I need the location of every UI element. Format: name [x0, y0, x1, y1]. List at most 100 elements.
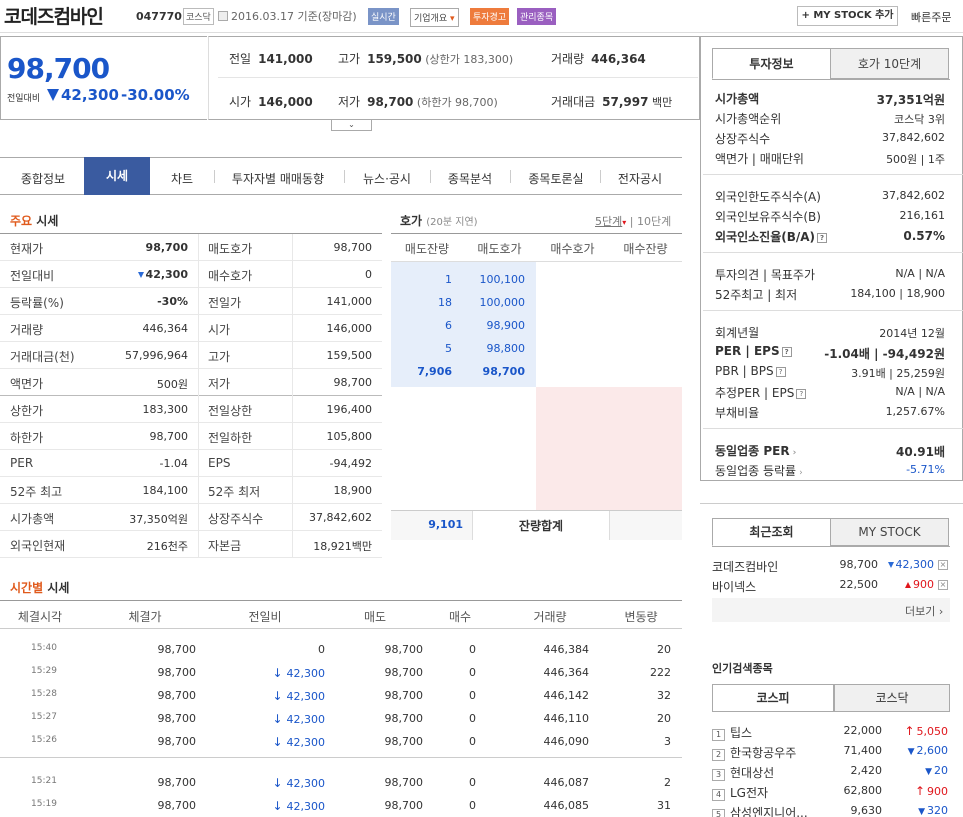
popular-item-name[interactable]: 1 팁스	[712, 724, 752, 741]
tab-board[interactable]: 종목토론실	[514, 170, 598, 187]
time-header-cell: 체결가	[128, 610, 162, 624]
tab-hoga10[interactable]: 호가 10단계	[830, 48, 949, 79]
recent-item[interactable]: 코데즈컴바인 98,700 42,300 ×	[712, 555, 950, 575]
hoga-level-links: 5단계▾ | 10단계	[595, 215, 672, 228]
info-icon[interactable]: ?	[781, 347, 792, 357]
main-quote-row: 시가총액 37,350억원 상장주식수 37,842,602	[0, 504, 382, 531]
recent-item-price: 98,700	[839, 558, 879, 571]
close-icon[interactable]: ×	[938, 560, 948, 570]
popular-item-name-text: 삼성엔지니어...	[730, 806, 808, 817]
chevron-right-icon: ›	[799, 468, 803, 478]
time-cell-price: 98,700	[157, 643, 197, 656]
main-quote-value: 98,700	[333, 376, 373, 389]
tab-investor[interactable]: 투자자별 매매동향	[218, 170, 338, 187]
popular-item[interactable]: 4 LG전자 62,800 ↑ 900	[712, 781, 950, 801]
hoga-10-link[interactable]: 10단계	[637, 215, 671, 228]
popular-item-name[interactable]: 4 LG전자	[712, 784, 768, 801]
tab-kosdaq[interactable]: 코스닥	[834, 684, 950, 712]
time-cell-change: ↓ 42,300	[230, 776, 325, 790]
company-info-dropdown[interactable]: 기업개요 ▾	[410, 8, 459, 27]
up-arrow-icon	[905, 582, 911, 588]
quote-open: 시가 146,000	[229, 95, 313, 109]
popular-item[interactable]: 2 한국항공우주 71,400 ▼ 2,600	[712, 741, 950, 761]
time-cell-volume: 446,087	[543, 776, 590, 789]
popular-item-price: 62,800	[843, 784, 883, 797]
hoga-sell-price[interactable]: 100,100	[463, 273, 526, 286]
column-divider	[198, 288, 199, 315]
tab-invest-info[interactable]: 투자정보	[712, 48, 831, 79]
invest-info-row: PBR | BPS? 3.91배 | 25,259원	[715, 362, 947, 382]
tab-news[interactable]: 뉴스·공시	[348, 170, 426, 187]
quick-order-link[interactable]: 빠른주문	[911, 9, 951, 25]
invest-info-label: 52주최고 | 최저	[715, 286, 797, 303]
main-quote-value: 18,921백만	[313, 540, 372, 553]
time-cell-sell: 98,700	[384, 776, 424, 789]
invest-info-label-text: 외국인보유주식수(B)	[715, 210, 821, 224]
main-quote-value: 184,100	[142, 484, 189, 497]
market-badge: 코스닥	[183, 8, 214, 25]
tab-overview[interactable]: 종합정보	[8, 170, 78, 187]
time-cell-buy: 0	[469, 799, 476, 812]
time-cell-buy: 0	[469, 666, 476, 679]
popular-item-name[interactable]: 5 삼성엔지니어...	[712, 804, 808, 817]
close-icon[interactable]: ×	[938, 580, 948, 590]
time-cell-diff: 20	[657, 643, 671, 656]
popular-item-name[interactable]: 3 현대상선	[712, 764, 774, 781]
popular-item[interactable]: 1 팁스 22,000 ↑ 5,050	[712, 721, 950, 741]
hoga-sell-price[interactable]: 100,000	[463, 296, 526, 309]
time-cell-change-text: 0	[318, 643, 325, 656]
main-quote-value-text: 42,300	[145, 268, 188, 281]
invest-info-label: 액면가 | 매매단위	[715, 150, 804, 167]
recent-item[interactable]: 바이넥스 22,500 900 ×	[712, 575, 950, 595]
time-cell-time: 15:40	[31, 643, 57, 653]
popular-item-name[interactable]: 2 한국항공우주	[712, 744, 796, 761]
hoga-sell-price[interactable]: 98,900	[463, 319, 526, 332]
tab-recent[interactable]: 최근조회	[712, 518, 831, 546]
invest-info-divider	[703, 252, 963, 253]
info-icon[interactable]: ?	[775, 367, 786, 377]
tab-kospi[interactable]: 코스피	[712, 684, 834, 712]
tab-price[interactable]: 시세	[84, 157, 150, 195]
popular-item-change: ↑ 5,050	[890, 724, 948, 738]
hoga-sell-price[interactable]: 98,800	[463, 342, 526, 355]
invest-info-label: 투자의견 | 목표주가	[715, 266, 815, 283]
hoga-5-link[interactable]: 5단계	[595, 215, 622, 228]
add-mystock-button[interactable]: + MY STOCK 추가	[797, 6, 898, 26]
invest-info-row: 52주최고 | 최저 184,100 | 18,900	[715, 284, 947, 304]
tab-mystock[interactable]: MY STOCK	[830, 518, 949, 546]
tab-chart[interactable]: 차트	[152, 170, 212, 187]
time-cell-diff: 32	[657, 689, 671, 702]
expand-toggle-button[interactable]: ⌄	[331, 120, 372, 131]
hoga-header-buy-price: 매수호가	[550, 242, 595, 256]
invest-info-value: 500원 | 1주	[886, 153, 945, 166]
time-cell-change: ↓ 42,300	[230, 666, 325, 680]
realtime-button[interactable]: 실시간	[368, 8, 399, 25]
managed-badge: 관리종목	[517, 8, 557, 25]
invest-info-divider	[703, 310, 963, 311]
tab-disclosure[interactable]: 전자공시	[604, 170, 676, 187]
time-row: 15:28 98,700 ↓ 42,300 98,700 0 446,142 32	[0, 687, 682, 710]
popular-item[interactable]: 3 현대상선 2,420 ▼ 20	[712, 761, 950, 781]
hoga-header-sell-price: 매도호가	[477, 242, 522, 256]
recent-more-link[interactable]: 더보기 ›	[905, 603, 943, 619]
chevron-right-icon: ›	[792, 448, 797, 458]
invest-info-label-text: 부채비율	[715, 406, 760, 420]
invest-info-label-text: PER | EPS	[715, 344, 780, 358]
column-divider	[198, 342, 199, 369]
time-cell-price: 98,700	[157, 689, 197, 702]
down-arrow-icon: ↓	[272, 712, 283, 726]
info-icon[interactable]: ?	[796, 389, 807, 399]
invest-info-label-text: PBR | BPS	[715, 364, 774, 378]
main-quote-label: EPS	[208, 456, 231, 470]
popular-item[interactable]: 5 삼성엔지니어... 9,630 ▼ 320	[712, 801, 950, 817]
tab-analysis[interactable]: 종목분석	[434, 170, 506, 187]
time-cell-sell: 98,700	[384, 735, 424, 748]
recent-item-change-text: 42,300	[895, 558, 935, 571]
main-quote-value: 57,996,964	[125, 349, 188, 362]
recent-item-name[interactable]: 코데즈컴바인	[712, 558, 778, 575]
hoga-header-buy-qty: 매수잔량	[623, 242, 668, 256]
recent-item-name[interactable]: 바이넥스	[712, 578, 756, 595]
hoga-sell-price[interactable]: 98,700	[463, 365, 525, 378]
up-arrow-icon: ↑	[904, 724, 915, 738]
hoga-row: 7,906 98,700	[391, 360, 682, 383]
